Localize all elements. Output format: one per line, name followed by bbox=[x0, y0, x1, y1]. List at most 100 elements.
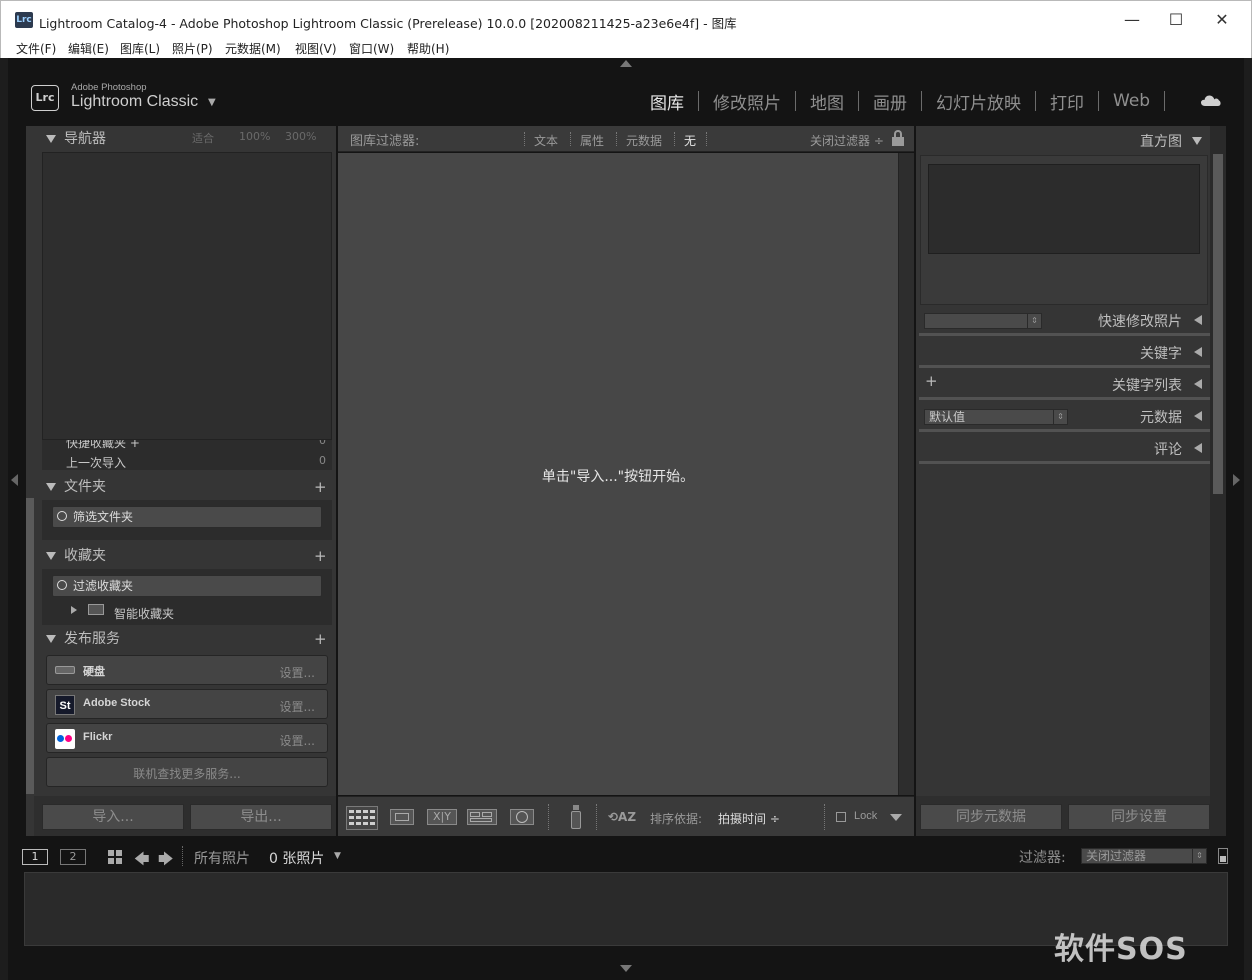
sync-metadata-button[interactable]: 同步元数据 bbox=[920, 804, 1062, 830]
menu-library[interactable]: 图库(L) bbox=[120, 40, 160, 57]
expand-keywording-icon[interactable] bbox=[1194, 347, 1202, 357]
add-publish-service-plus-icon[interactable]: + bbox=[314, 630, 327, 648]
module-slideshow[interactable]: 幻灯片放映 bbox=[922, 89, 1035, 114]
expand-metadata-icon[interactable] bbox=[1194, 411, 1202, 421]
service-setup-link[interactable]: 设置... bbox=[280, 698, 315, 715]
toolbar-options-chevron-down-icon[interactable] bbox=[890, 814, 902, 821]
lock-checkbox[interactable] bbox=[836, 812, 846, 822]
expand-comments-icon[interactable] bbox=[1194, 443, 1202, 453]
cloud-sync-icon[interactable] bbox=[1201, 94, 1221, 106]
grid-scrollbar[interactable] bbox=[898, 153, 914, 795]
navigator-header[interactable]: 导航器 适合 100% 300% bbox=[46, 128, 336, 152]
add-collection-plus-icon[interactable]: + bbox=[314, 547, 327, 565]
loupe-view-icon[interactable] bbox=[386, 806, 418, 830]
sort-direction-az-icon[interactable]: ⟲AZ bbox=[608, 806, 640, 828]
collections-header[interactable]: 收藏夹 bbox=[46, 545, 336, 569]
toggle-right-panel-arrow-icon[interactable] bbox=[1233, 474, 1240, 486]
grid-shortcut-icon[interactable] bbox=[108, 850, 122, 864]
minimize-button[interactable]: — bbox=[1109, 6, 1155, 34]
show-top-panel-arrow-icon[interactable] bbox=[620, 60, 632, 67]
folders-header[interactable]: 文件夹 bbox=[46, 476, 336, 500]
histogram-header[interactable]: 直方图 bbox=[919, 129, 1210, 153]
close-button[interactable]: ✕ bbox=[1199, 6, 1245, 34]
toggle-left-panel-arrow-icon[interactable] bbox=[11, 474, 18, 486]
brand-adobe-photoshop: Adobe Photoshop bbox=[71, 82, 147, 93]
expand-smart-collections-icon[interactable] bbox=[71, 606, 77, 614]
publish-adobe-stock[interactable]: St Adobe Stock 设置... bbox=[46, 689, 328, 719]
comments-header[interactable]: 评论 bbox=[919, 434, 1210, 462]
filter-metadata[interactable]: 元数据 bbox=[626, 132, 662, 149]
menu-metadata[interactable]: 元数据(M) bbox=[225, 40, 281, 57]
expand-keyword-list-icon[interactable] bbox=[1194, 379, 1202, 389]
identity-menu-caret-icon[interactable]: ▼ bbox=[208, 97, 216, 108]
module-print[interactable]: 打印 bbox=[1036, 89, 1098, 114]
show-filmstrip-arrow-icon[interactable] bbox=[620, 965, 632, 972]
filter-folders-input[interactable]: 筛选文件夹 bbox=[52, 506, 322, 528]
menu-help[interactable]: 帮助(H) bbox=[407, 40, 449, 57]
sort-by-dropdown[interactable]: 拍摄时间 ÷ bbox=[718, 810, 780, 827]
secondary-window-button[interactable]: 2 bbox=[60, 849, 86, 865]
menu-window[interactable]: 窗口(W) bbox=[349, 40, 394, 57]
catalog-quick-collection[interactable]: 快捷收藏夹 + bbox=[66, 440, 140, 451]
module-library[interactable]: 图库 bbox=[636, 89, 698, 114]
filmstrip-filter-value: 关闭过滤器 bbox=[1086, 849, 1147, 863]
publish-flickr[interactable]: Flickr 设置... bbox=[46, 723, 328, 753]
filter-separator bbox=[570, 132, 571, 146]
module-web[interactable]: Web bbox=[1099, 91, 1164, 111]
smart-collections-item[interactable]: 智能收藏夹 bbox=[114, 605, 174, 622]
module-book[interactable]: 画册 bbox=[859, 89, 921, 114]
survey-view-icon[interactable] bbox=[466, 806, 498, 830]
catalog-last-import[interactable]: 上一次导入 bbox=[66, 454, 126, 470]
right-panel-scrollbar[interactable] bbox=[1213, 154, 1223, 494]
navigator-300[interactable]: 300% bbox=[285, 130, 316, 143]
quick-develop-header[interactable]: 快速修改照片 bbox=[919, 306, 1210, 334]
find-more-services-button[interactable]: 联机查找更多服务... bbox=[46, 757, 328, 787]
menu-edit[interactable]: 编辑(E) bbox=[68, 40, 109, 57]
export-button[interactable]: 导出... bbox=[190, 804, 332, 830]
filter-separator bbox=[524, 132, 525, 146]
compare-view-icon[interactable]: X|Y bbox=[426, 806, 458, 830]
keyword-list-header[interactable]: 关键字列表 bbox=[919, 370, 1210, 398]
back-arrow-icon[interactable]: 🡄 bbox=[134, 849, 150, 874]
add-folder-plus-icon[interactable]: + bbox=[314, 478, 327, 496]
navigator-100[interactable]: 100% bbox=[239, 130, 270, 143]
primary-window-button[interactable]: 1 bbox=[22, 849, 48, 865]
module-develop[interactable]: 修改照片 bbox=[699, 89, 795, 114]
import-button[interactable]: 导入... bbox=[42, 804, 184, 830]
filmstrip-filter-toggle[interactable] bbox=[1218, 848, 1228, 864]
menu-view[interactable]: 视图(V) bbox=[295, 40, 337, 57]
filmstrip-filter-dropdown[interactable]: 关闭过滤器 ⇕ bbox=[1081, 848, 1207, 864]
collapse-histogram-icon[interactable] bbox=[1192, 137, 1202, 145]
sync-settings-button[interactable]: 同步设置 bbox=[1068, 804, 1210, 830]
brand-lightroom-classic: Lightroom Classic bbox=[71, 93, 199, 110]
keywording-header[interactable]: 关键字 bbox=[919, 338, 1210, 366]
menu-photo[interactable]: 照片(P) bbox=[172, 40, 213, 57]
expand-quick-develop-icon[interactable] bbox=[1194, 315, 1202, 325]
filmstrip[interactable] bbox=[24, 872, 1228, 946]
filter-none[interactable]: 无 bbox=[684, 132, 696, 149]
forward-arrow-icon[interactable]: 🡆 bbox=[158, 849, 174, 874]
filter-collections-input[interactable]: 过滤收藏夹 bbox=[52, 575, 322, 597]
menu-file[interactable]: 文件(F) bbox=[16, 40, 56, 57]
grid-view-icon[interactable] bbox=[346, 806, 378, 830]
filter-preset-dropdown[interactable]: 关闭过滤器 ÷ bbox=[810, 132, 884, 149]
left-panel-scrollbar[interactable] bbox=[26, 498, 34, 794]
navigator-fit[interactable]: 适合 bbox=[192, 130, 214, 146]
painter-spray-can-icon[interactable] bbox=[570, 805, 582, 829]
metadata-header[interactable]: 元数据 bbox=[919, 402, 1210, 430]
module-map[interactable]: 地图 bbox=[796, 89, 858, 114]
service-setup-link[interactable]: 设置... bbox=[280, 732, 315, 749]
filter-text[interactable]: 文本 bbox=[534, 132, 558, 149]
publish-services-header[interactable]: 发布服务 bbox=[46, 628, 336, 652]
filter-collections-placeholder: 过滤收藏夹 bbox=[73, 579, 134, 593]
filmstrip-source[interactable]: 所有照片 bbox=[194, 848, 250, 868]
filter-attribute[interactable]: 属性 bbox=[580, 132, 604, 149]
filmstrip-source-menu-icon[interactable]: ▼ bbox=[334, 851, 341, 861]
publish-hard-drive[interactable]: 硬盘 设置... bbox=[46, 655, 328, 685]
grid-view-area[interactable]: 单击"导入..."按钮开始。 bbox=[338, 153, 898, 795]
service-setup-link[interactable]: 设置... bbox=[280, 664, 315, 681]
disclosure-triangle-icon bbox=[46, 483, 56, 491]
lock-icon[interactable] bbox=[892, 130, 904, 146]
people-view-icon[interactable] bbox=[506, 806, 538, 830]
maximize-button[interactable]: ☐ bbox=[1153, 6, 1199, 34]
